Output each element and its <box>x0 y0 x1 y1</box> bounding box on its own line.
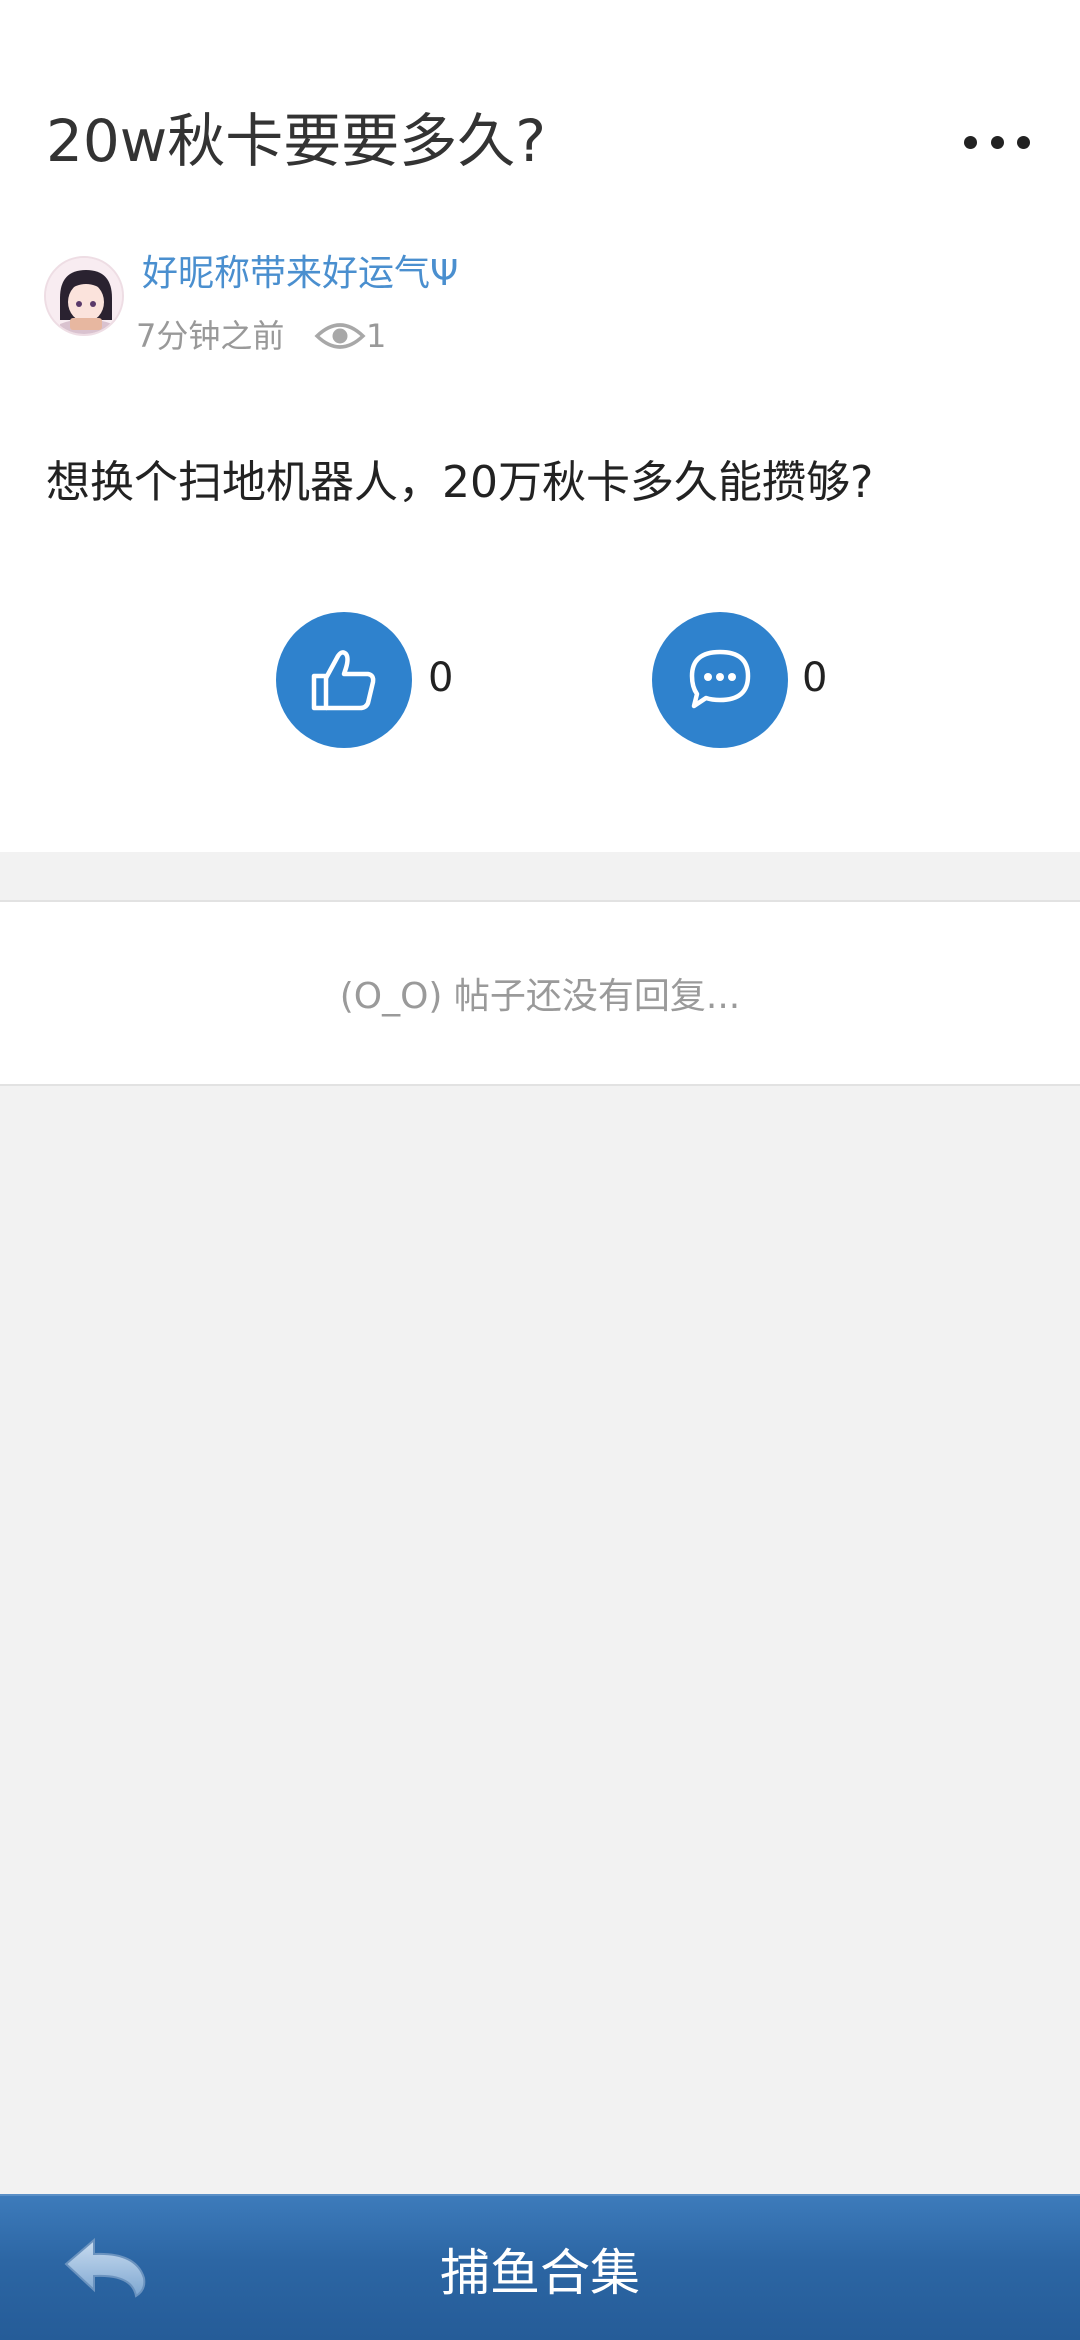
avatar[interactable] <box>44 256 124 336</box>
thumbs-up-icon <box>311 650 376 711</box>
view-count: 1 <box>366 317 387 355</box>
more-options-button[interactable] <box>952 112 1042 172</box>
like-button[interactable] <box>276 612 412 748</box>
like-count: 0 <box>428 655 454 701</box>
bottom-bar-title: 捕鱼合集 <box>440 2244 640 2302</box>
more-dot-icon <box>964 135 977 149</box>
reply-list: (O_O) 帖子还没有回复... <box>0 900 1080 1086</box>
post-timestamp: 7分钟之前 <box>136 317 285 355</box>
page-title: 20w秋卡要要多久? <box>46 107 547 175</box>
post-content: 想换个扫地机器人，20万秋卡多久能攒够? <box>46 457 874 508</box>
comment-button[interactable] <box>652 612 788 748</box>
post-detail-screen: 20w秋卡要要多久? 好昵称带来好运气Ψ 7分钟之前 1 想换个扫地机器人，20… <box>0 0 1080 2340</box>
post-card: 20w秋卡要要多久? 好昵称带来好运气Ψ 7分钟之前 1 想换个扫地机器人，20… <box>0 0 1080 852</box>
comment-count: 0 <box>802 655 828 701</box>
bottom-bar: 捕鱼合集 <box>0 2194 1080 2340</box>
empty-replies-text: (O_O) 帖子还没有回复... <box>339 976 741 1017</box>
avatar-image-icon <box>46 258 122 334</box>
more-dot-icon <box>990 135 1004 149</box>
author-name-link[interactable]: 好昵称带来好运气Ψ <box>142 250 458 298</box>
more-dot-icon <box>1017 135 1030 149</box>
eye-icon <box>314 323 366 349</box>
comment-bubble-icon <box>689 649 751 709</box>
